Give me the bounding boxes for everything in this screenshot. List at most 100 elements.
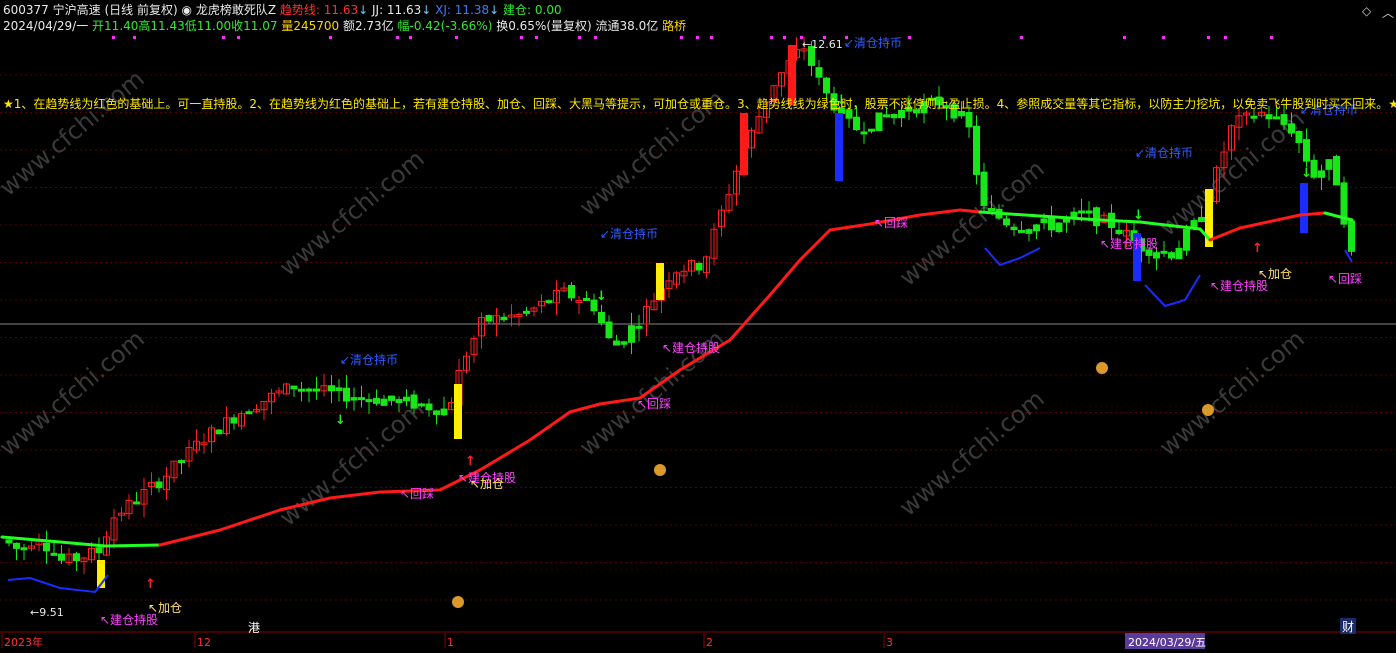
candle-body <box>1003 218 1010 226</box>
marker-dot <box>329 36 332 39</box>
candle-body <box>313 388 320 392</box>
candle-body <box>410 394 418 409</box>
watermark-layer: www.cfchi.com www.cfchi.com www.cfchi.com w… <box>0 65 1310 532</box>
signal-label-jia: ↖加仓 <box>148 601 182 615</box>
big-down-candle <box>1300 183 1308 233</box>
candle-body <box>1265 114 1273 120</box>
marker-dot <box>783 36 786 39</box>
candle-body <box>695 262 703 271</box>
watermark-text: www.cfchi.com <box>1154 325 1310 462</box>
candle-body <box>380 398 388 406</box>
candle-body <box>388 395 395 401</box>
candle-body <box>1295 131 1303 143</box>
marker-dot <box>770 36 773 39</box>
watermark-text: www.cfchi.com <box>0 65 150 202</box>
candle-body <box>1273 116 1280 120</box>
marker-dot <box>409 36 412 39</box>
signal-label-jia: ↖加仓 <box>470 477 504 491</box>
candle-body <box>1153 252 1160 259</box>
down-arrow-icon: ↓ <box>1133 208 1144 223</box>
up-arrow-icon: ↑ <box>465 454 476 469</box>
candle-body <box>305 388 313 392</box>
trend-line-segment <box>568 402 602 414</box>
candle-body <box>1018 229 1025 233</box>
candle-body <box>215 429 223 435</box>
watermark-text: www.cfchi.com <box>894 385 1050 522</box>
money-bag-icon <box>654 464 666 476</box>
candle-body <box>1303 139 1310 162</box>
candle-body <box>1085 210 1093 214</box>
money-bag-icon <box>452 596 464 608</box>
trend-line-segment <box>218 508 282 532</box>
watermark-text: www.cfchi.com <box>0 325 150 462</box>
candle-body <box>373 398 380 404</box>
down-arrow-icon: ↓ <box>335 413 346 428</box>
marker-dot <box>520 36 523 39</box>
candle-body <box>178 460 185 464</box>
candle-body <box>635 325 643 329</box>
candle-body <box>335 387 343 391</box>
trend-line-segment <box>1208 226 1242 242</box>
candle-body <box>973 125 980 175</box>
trend-line-segment <box>1238 213 1302 230</box>
candle-body <box>230 417 238 424</box>
marker-dot <box>680 36 683 39</box>
candle-body <box>1175 247 1183 260</box>
marker-dot <box>710 36 713 39</box>
marker-dot <box>1207 36 1210 39</box>
candle-body <box>1040 218 1048 224</box>
marker-dot <box>535 36 538 39</box>
candle-body <box>1093 207 1100 227</box>
support-line <box>7 574 109 594</box>
signal-label-qing: ↙清仓持币 <box>340 352 398 367</box>
candle-body <box>883 114 890 118</box>
candle-body <box>823 77 830 94</box>
candle-body <box>1288 123 1295 134</box>
candle-body <box>1325 159 1333 170</box>
candle-body <box>298 388 305 392</box>
big-up-candle <box>740 113 748 175</box>
trend-line-segment <box>158 528 222 547</box>
candle-body <box>403 396 410 402</box>
signal-label-qing: ↙清仓持币 <box>844 35 902 50</box>
trend-line-segment <box>728 293 772 342</box>
candle-body <box>358 397 365 401</box>
candle-body <box>815 67 823 78</box>
candle-body <box>613 340 620 346</box>
candle-body <box>425 403 433 411</box>
signal-label-jian: ↖建仓持股 <box>662 340 720 355</box>
candle-body <box>290 385 298 390</box>
marker-dot <box>222 36 225 39</box>
signal-label-qing: ↙清仓持币 <box>1135 145 1193 160</box>
money-bag-icon <box>1096 362 1108 374</box>
indicator-lines <box>0 208 1354 594</box>
signal-candle <box>656 263 664 300</box>
trend-line-segment <box>958 208 982 214</box>
marker-dot <box>1270 36 1273 39</box>
marker-dot <box>112 36 115 39</box>
candle-body <box>1183 228 1190 251</box>
candle-body <box>95 547 103 554</box>
candle-body <box>605 321 613 339</box>
candle-body <box>500 316 508 321</box>
candle-body <box>5 539 13 544</box>
watermark-text: www.cfchi.com <box>274 395 430 532</box>
candle-body <box>20 547 28 551</box>
candle-body <box>1280 114 1288 125</box>
candle-body <box>365 399 373 403</box>
time-axis: 2023年 12 1 2 3 2024/03/29/五港财 <box>1 618 1356 649</box>
candle-body <box>620 341 628 345</box>
signal-label-hui: ↖回踩 <box>874 216 908 230</box>
candle-body <box>1168 252 1175 259</box>
signal-candle <box>454 384 462 439</box>
candle-body <box>890 113 898 119</box>
trend-line-segment <box>768 258 802 297</box>
signal-label-qing: ↙清仓持币 <box>600 226 658 241</box>
support-line <box>1144 274 1201 308</box>
signal-label-jia: ↖加仓 <box>1258 267 1292 281</box>
down-arrow-icon: ↓ <box>1301 166 1312 181</box>
down-arrow-icon: ↓ <box>596 289 607 304</box>
signal-label-hui: ↖回踩 <box>1328 272 1362 286</box>
kline-chart[interactable]: www.cfchi.com www.cfchi.com www.cfchi.com w… <box>0 0 1396 653</box>
candle-body <box>1160 250 1168 254</box>
